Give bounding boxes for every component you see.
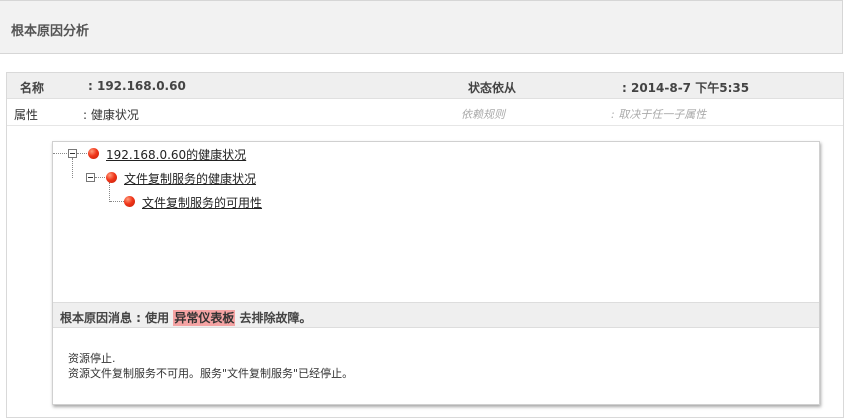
properties-row-name: 名称 : 192.168.0.60 状态依从 : 2014-8-7 下午5:35 (7, 73, 843, 99)
collapse-icon[interactable] (68, 149, 77, 158)
tree-connector (109, 182, 110, 202)
dependency-rule-value: : 取决于任一子属性 (611, 108, 707, 121)
tree-node-link[interactable]: 文件复制服务的健康状况 (124, 170, 256, 187)
message-suffix: 去排除故障。 (235, 311, 312, 325)
root-cause-message: 根本原因消息 : 使用 异常仪表板 去排除故障。 (60, 309, 312, 326)
root-cause-message-bar: 根本原因消息 : 使用 异常仪表板 去排除故障。 (53, 302, 819, 328)
dependency-rule-label: 依赖规则 (461, 108, 505, 121)
name-value: : 192.168.0.60 (88, 79, 186, 93)
properties-row-attribute: 属性 : 健康状况 依赖规则 : 取决于任一子属性 (7, 99, 843, 126)
tree-connector (110, 201, 124, 202)
rca-panel: 名称 : 192.168.0.60 状态依从 : 2014-8-7 下午5:35… (6, 72, 844, 418)
tree-node-link[interactable]: 文件复制服务的可用性 (142, 194, 262, 211)
critical-status-icon (106, 172, 117, 183)
tree-connector (77, 153, 87, 154)
rca-tree-box: 192.168.0.60的健康状况 文件复制服务的健康状况 文件复制服务的可用性… (52, 141, 820, 405)
page-title: 根本原因分析 (11, 24, 90, 39)
collapse-icon[interactable] (86, 173, 95, 182)
attribute-value: : 健康状况 (83, 108, 139, 122)
anomaly-dashboard-link[interactable]: 异常仪表板 (173, 310, 236, 326)
tree-node-link[interactable]: 192.168.0.60的健康状况 (106, 146, 246, 163)
message-detail-line: 资源停止. (68, 352, 116, 365)
name-label: 名称 (20, 81, 45, 95)
attribute-label: 属性 (14, 108, 39, 122)
critical-status-icon (124, 196, 135, 207)
message-prefix: 根本原因消息 : 使用 (60, 311, 174, 325)
status-dependency-value: : 2014-8-7 下午5:35 (622, 81, 750, 95)
tree-connector (95, 177, 105, 178)
title-bar: 根本原因分析 (0, 0, 843, 54)
critical-status-icon (88, 148, 99, 159)
tree-connector (53, 153, 67, 154)
tree-connector (72, 158, 73, 178)
message-detail-line: 资源文件复制服务不可用。服务"文件复制服务"已经停止。 (68, 367, 354, 380)
status-dependency-label: 状态依从 (468, 81, 517, 95)
